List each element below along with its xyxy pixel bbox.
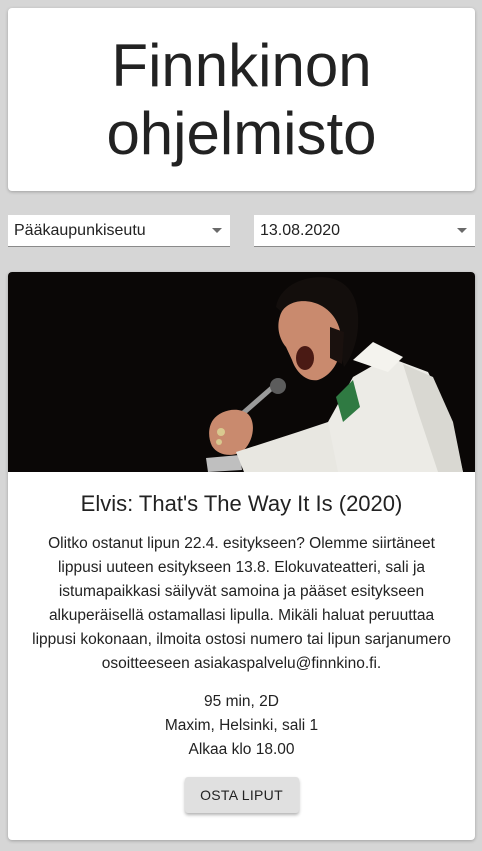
- movie-card: Elvis: That's The Way It Is (2020) Olitk…: [8, 272, 475, 840]
- header-card: Finnkinon ohjelmisto: [8, 8, 475, 191]
- date-select-value: 13.08.2020: [260, 221, 341, 239]
- dropdown-arrow-icon: [212, 228, 222, 233]
- movie-venue: Maxim, Helsinki, sali 1: [164, 717, 319, 734]
- dropdown-arrow-icon: [457, 228, 467, 233]
- movie-meta: 95 min, 2D Maxim, Helsinki, sali 1 Alkaa…: [8, 690, 475, 762]
- region-select-value: Pääkaupunkiseutu: [14, 221, 146, 239]
- movie-start-time: Alkaa klo 18.00: [188, 741, 295, 758]
- movie-description: Olitko ostanut lipun 22.4. esitykseen? O…: [32, 535, 451, 672]
- region-select[interactable]: Pääkaupunkiseutu: [8, 215, 230, 247]
- page-title: Finnkinon ohjelmisto: [106, 31, 377, 167]
- buy-tickets-button[interactable]: OSTA LIPUT: [184, 777, 299, 813]
- movie-poster: [8, 272, 475, 472]
- date-select[interactable]: 13.08.2020: [254, 215, 475, 247]
- movie-details: 95 min, 2D: [204, 693, 279, 710]
- movie-title: Elvis: That's The Way It Is (2020): [80, 491, 403, 516]
